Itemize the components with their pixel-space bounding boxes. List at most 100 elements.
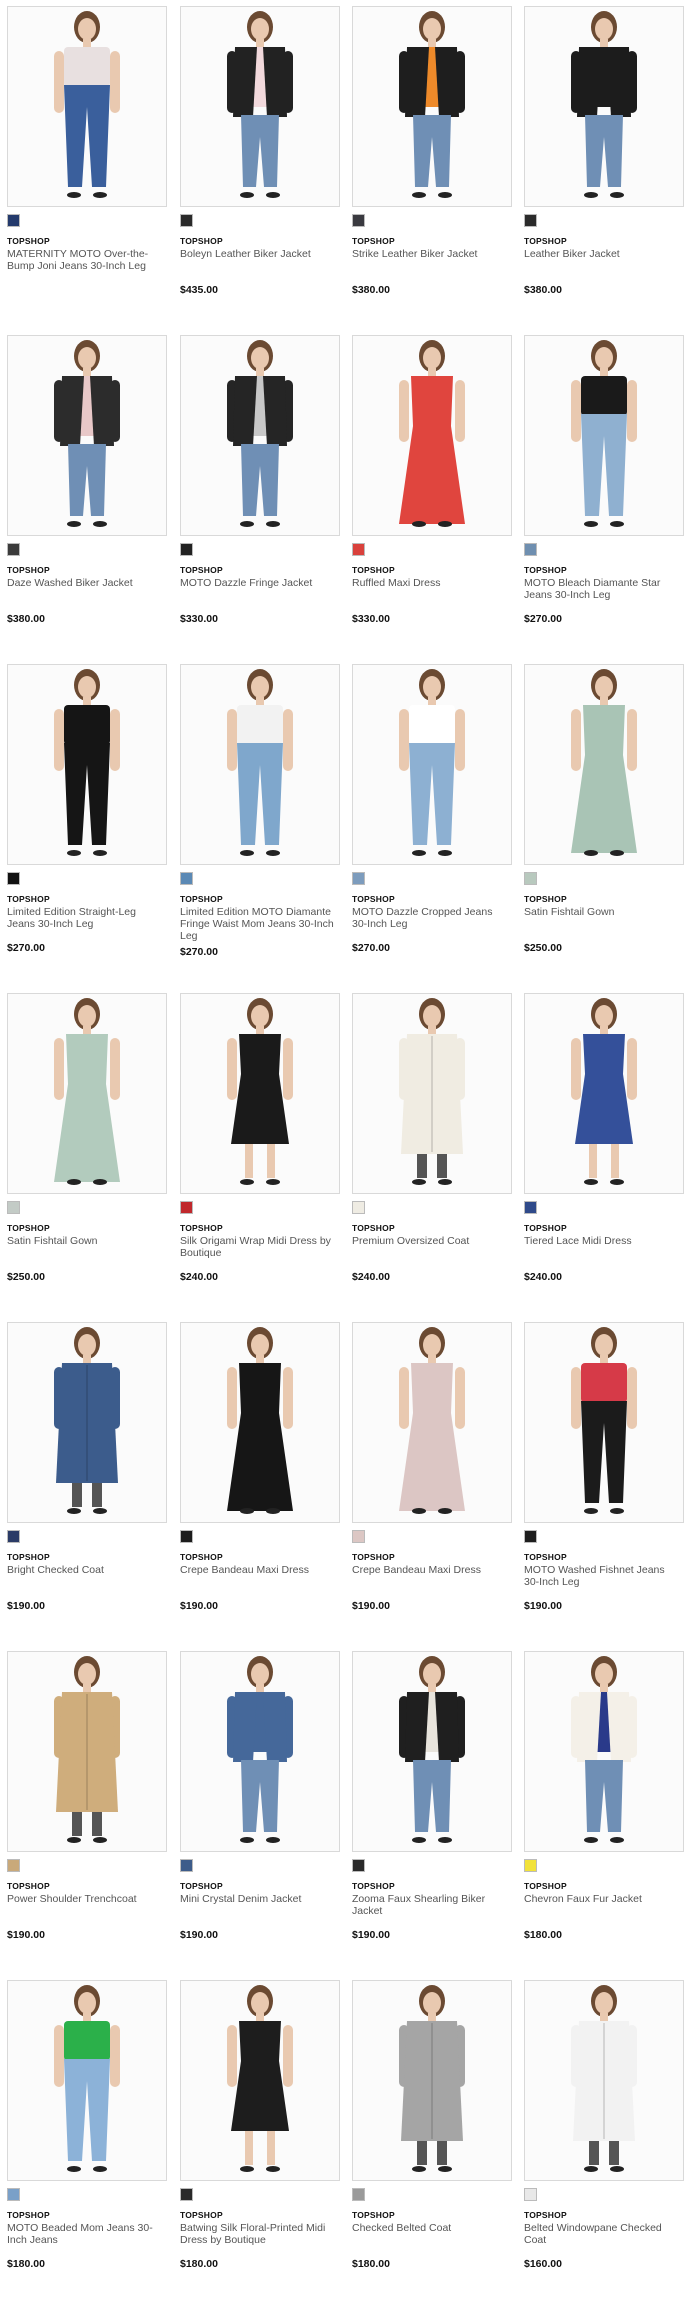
product-card[interactable]: TOPSHOP MOTO Bleach Diamante Star Jeans 3… bbox=[524, 335, 684, 655]
color-swatch[interactable] bbox=[352, 1859, 365, 1872]
product-name-link[interactable]: Mini Crystal Denim Jacket bbox=[180, 1893, 338, 1905]
product-card[interactable]: TOPSHOP Zooma Faux Shearling Biker Jacket… bbox=[352, 1651, 512, 1971]
product-card[interactable]: TOPSHOP Satin Fishtail Gown $250.00 bbox=[524, 664, 684, 984]
color-swatch[interactable] bbox=[352, 1530, 365, 1543]
color-swatch[interactable] bbox=[7, 872, 20, 885]
color-swatch[interactable] bbox=[180, 872, 193, 885]
product-card[interactable]: TOPSHOP Daze Washed Biker Jacket $380.00 bbox=[7, 335, 167, 655]
product-image-frame[interactable] bbox=[524, 993, 684, 1194]
product-card[interactable]: TOPSHOP MOTO Beaded Mom Jeans 30-Inch Jea… bbox=[7, 1980, 167, 2300]
product-name-link[interactable]: Boleyn Leather Biker Jacket bbox=[180, 248, 338, 260]
product-name-link[interactable]: MOTO Dazzle Cropped Jeans 30-Inch Leg bbox=[352, 906, 510, 930]
product-image-frame[interactable] bbox=[7, 1651, 167, 1852]
product-image-frame[interactable] bbox=[7, 335, 167, 536]
product-name-link[interactable]: Strike Leather Biker Jacket bbox=[352, 248, 510, 260]
color-swatch[interactable] bbox=[7, 543, 20, 556]
product-image-frame[interactable] bbox=[352, 664, 512, 865]
color-swatch[interactable] bbox=[180, 1859, 193, 1872]
product-name-link[interactable]: MOTO Dazzle Fringe Jacket bbox=[180, 577, 338, 589]
color-swatch[interactable] bbox=[7, 1530, 20, 1543]
product-image-frame[interactable] bbox=[352, 1651, 512, 1852]
color-swatch[interactable] bbox=[180, 543, 193, 556]
product-image-frame[interactable] bbox=[352, 335, 512, 536]
product-image-frame[interactable] bbox=[352, 1322, 512, 1523]
product-card[interactable]: TOPSHOP Checked Belted Coat $180.00 bbox=[352, 1980, 512, 2300]
product-card[interactable]: TOPSHOP Silk Origami Wrap Midi Dress by B… bbox=[180, 993, 340, 1313]
product-name-link[interactable]: Satin Fishtail Gown bbox=[7, 1235, 165, 1247]
product-name-link[interactable]: Premium Oversized Coat bbox=[352, 1235, 510, 1247]
product-card[interactable]: TOPSHOP MOTO Dazzle Cropped Jeans 30-Inch… bbox=[352, 664, 512, 984]
product-image-frame[interactable] bbox=[524, 335, 684, 536]
product-name-link[interactable]: Satin Fishtail Gown bbox=[524, 906, 682, 918]
product-image-frame[interactable] bbox=[180, 6, 340, 207]
color-swatch[interactable] bbox=[180, 1530, 193, 1543]
color-swatch[interactable] bbox=[524, 1859, 537, 1872]
product-card[interactable]: TOPSHOP Limited Edition Straight-Leg Jean… bbox=[7, 664, 167, 984]
color-swatch[interactable] bbox=[7, 214, 20, 227]
product-card[interactable]: TOPSHOP MATERNITY MOTO Over-the-Bump Joni… bbox=[7, 6, 167, 326]
product-name-link[interactable]: Bright Checked Coat bbox=[7, 1564, 165, 1576]
product-card[interactable]: TOPSHOP Belted Windowpane Checked Coat $16… bbox=[524, 1980, 684, 2300]
color-swatch[interactable] bbox=[7, 2188, 20, 2201]
product-card[interactable]: TOPSHOP Leather Biker Jacket $380.00 bbox=[524, 6, 684, 326]
product-card[interactable]: TOPSHOP Batwing Silk Floral-Printed Midi … bbox=[180, 1980, 340, 2300]
product-name-link[interactable]: Batwing Silk Floral-Printed Midi Dress b… bbox=[180, 2222, 338, 2246]
product-image-frame[interactable] bbox=[352, 6, 512, 207]
product-card[interactable]: TOPSHOP Bright Checked Coat $190.00 bbox=[7, 1322, 167, 1642]
product-image-frame[interactable] bbox=[7, 1980, 167, 2181]
product-card[interactable]: TOPSHOP Premium Oversized Coat $240.00 bbox=[352, 993, 512, 1313]
product-name-link[interactable]: Checked Belted Coat bbox=[352, 2222, 510, 2234]
product-card[interactable]: TOPSHOP Boleyn Leather Biker Jacket $435.0… bbox=[180, 6, 340, 326]
color-swatch[interactable] bbox=[180, 1201, 193, 1214]
product-image-frame[interactable] bbox=[180, 1651, 340, 1852]
product-name-link[interactable]: Tiered Lace Midi Dress bbox=[524, 1235, 682, 1247]
product-name-link[interactable]: MOTO Bleach Diamante Star Jeans 30-Inch … bbox=[524, 577, 682, 601]
product-image-frame[interactable] bbox=[180, 1322, 340, 1523]
color-swatch[interactable] bbox=[352, 214, 365, 227]
color-swatch[interactable] bbox=[7, 1859, 20, 1872]
product-card[interactable]: TOPSHOP MOTO Washed Fishnet Jeans 30-Inch… bbox=[524, 1322, 684, 1642]
product-name-link[interactable]: Power Shoulder Trenchcoat bbox=[7, 1893, 165, 1905]
color-swatch[interactable] bbox=[352, 543, 365, 556]
product-card[interactable]: TOPSHOP Crepe Bandeau Maxi Dress $190.00 bbox=[352, 1322, 512, 1642]
product-image-frame[interactable] bbox=[524, 664, 684, 865]
color-swatch[interactable] bbox=[352, 2188, 365, 2201]
product-name-link[interactable]: Limited Edition Straight-Leg Jeans 30-In… bbox=[7, 906, 165, 930]
product-name-link[interactable]: Crepe Bandeau Maxi Dress bbox=[180, 1564, 338, 1576]
product-name-link[interactable]: Zooma Faux Shearling Biker Jacket bbox=[352, 1893, 510, 1917]
product-image-frame[interactable] bbox=[524, 6, 684, 207]
product-name-link[interactable]: Chevron Faux Fur Jacket bbox=[524, 1893, 682, 1905]
product-name-link[interactable]: Silk Origami Wrap Midi Dress by Boutique bbox=[180, 1235, 338, 1259]
color-swatch[interactable] bbox=[180, 2188, 193, 2201]
product-image-frame[interactable] bbox=[7, 6, 167, 207]
product-image-frame[interactable] bbox=[180, 664, 340, 865]
product-image-frame[interactable] bbox=[7, 993, 167, 1194]
product-image-frame[interactable] bbox=[352, 1980, 512, 2181]
color-swatch[interactable] bbox=[352, 872, 365, 885]
product-name-link[interactable]: Crepe Bandeau Maxi Dress bbox=[352, 1564, 510, 1576]
product-name-link[interactable]: Daze Washed Biker Jacket bbox=[7, 577, 165, 589]
product-image-frame[interactable] bbox=[524, 1322, 684, 1523]
product-name-link[interactable]: Ruffled Maxi Dress bbox=[352, 577, 510, 589]
product-card[interactable]: TOPSHOP Mini Crystal Denim Jacket $190.00 bbox=[180, 1651, 340, 1971]
product-image-frame[interactable] bbox=[180, 335, 340, 536]
product-card[interactable]: TOPSHOP Chevron Faux Fur Jacket $180.00 bbox=[524, 1651, 684, 1971]
product-image-frame[interactable] bbox=[352, 993, 512, 1194]
product-card[interactable]: TOPSHOP Limited Edition MOTO Diamante Fri… bbox=[180, 664, 340, 984]
color-swatch[interactable] bbox=[524, 872, 537, 885]
product-card[interactable]: TOPSHOP Ruffled Maxi Dress $330.00 bbox=[352, 335, 512, 655]
product-name-link[interactable]: Limited Edition MOTO Diamante Fringe Wai… bbox=[180, 906, 338, 942]
product-image-frame[interactable] bbox=[524, 1651, 684, 1852]
product-card[interactable]: TOPSHOP Power Shoulder Trenchcoat $190.00 bbox=[7, 1651, 167, 1971]
color-swatch[interactable] bbox=[7, 1201, 20, 1214]
product-name-link[interactable]: Belted Windowpane Checked Coat bbox=[524, 2222, 682, 2246]
product-card[interactable]: TOPSHOP Satin Fishtail Gown $250.00 bbox=[7, 993, 167, 1313]
product-card[interactable]: TOPSHOP Strike Leather Biker Jacket $380.0… bbox=[352, 6, 512, 326]
color-swatch[interactable] bbox=[524, 543, 537, 556]
product-card[interactable]: TOPSHOP Crepe Bandeau Maxi Dress $190.00 bbox=[180, 1322, 340, 1642]
product-image-frame[interactable] bbox=[7, 1322, 167, 1523]
product-card[interactable]: TOPSHOP MOTO Dazzle Fringe Jacket $330.00 bbox=[180, 335, 340, 655]
color-swatch[interactable] bbox=[524, 1201, 537, 1214]
product-name-link[interactable]: Leather Biker Jacket bbox=[524, 248, 682, 260]
product-name-link[interactable]: MOTO Washed Fishnet Jeans 30-Inch Leg bbox=[524, 1564, 682, 1588]
